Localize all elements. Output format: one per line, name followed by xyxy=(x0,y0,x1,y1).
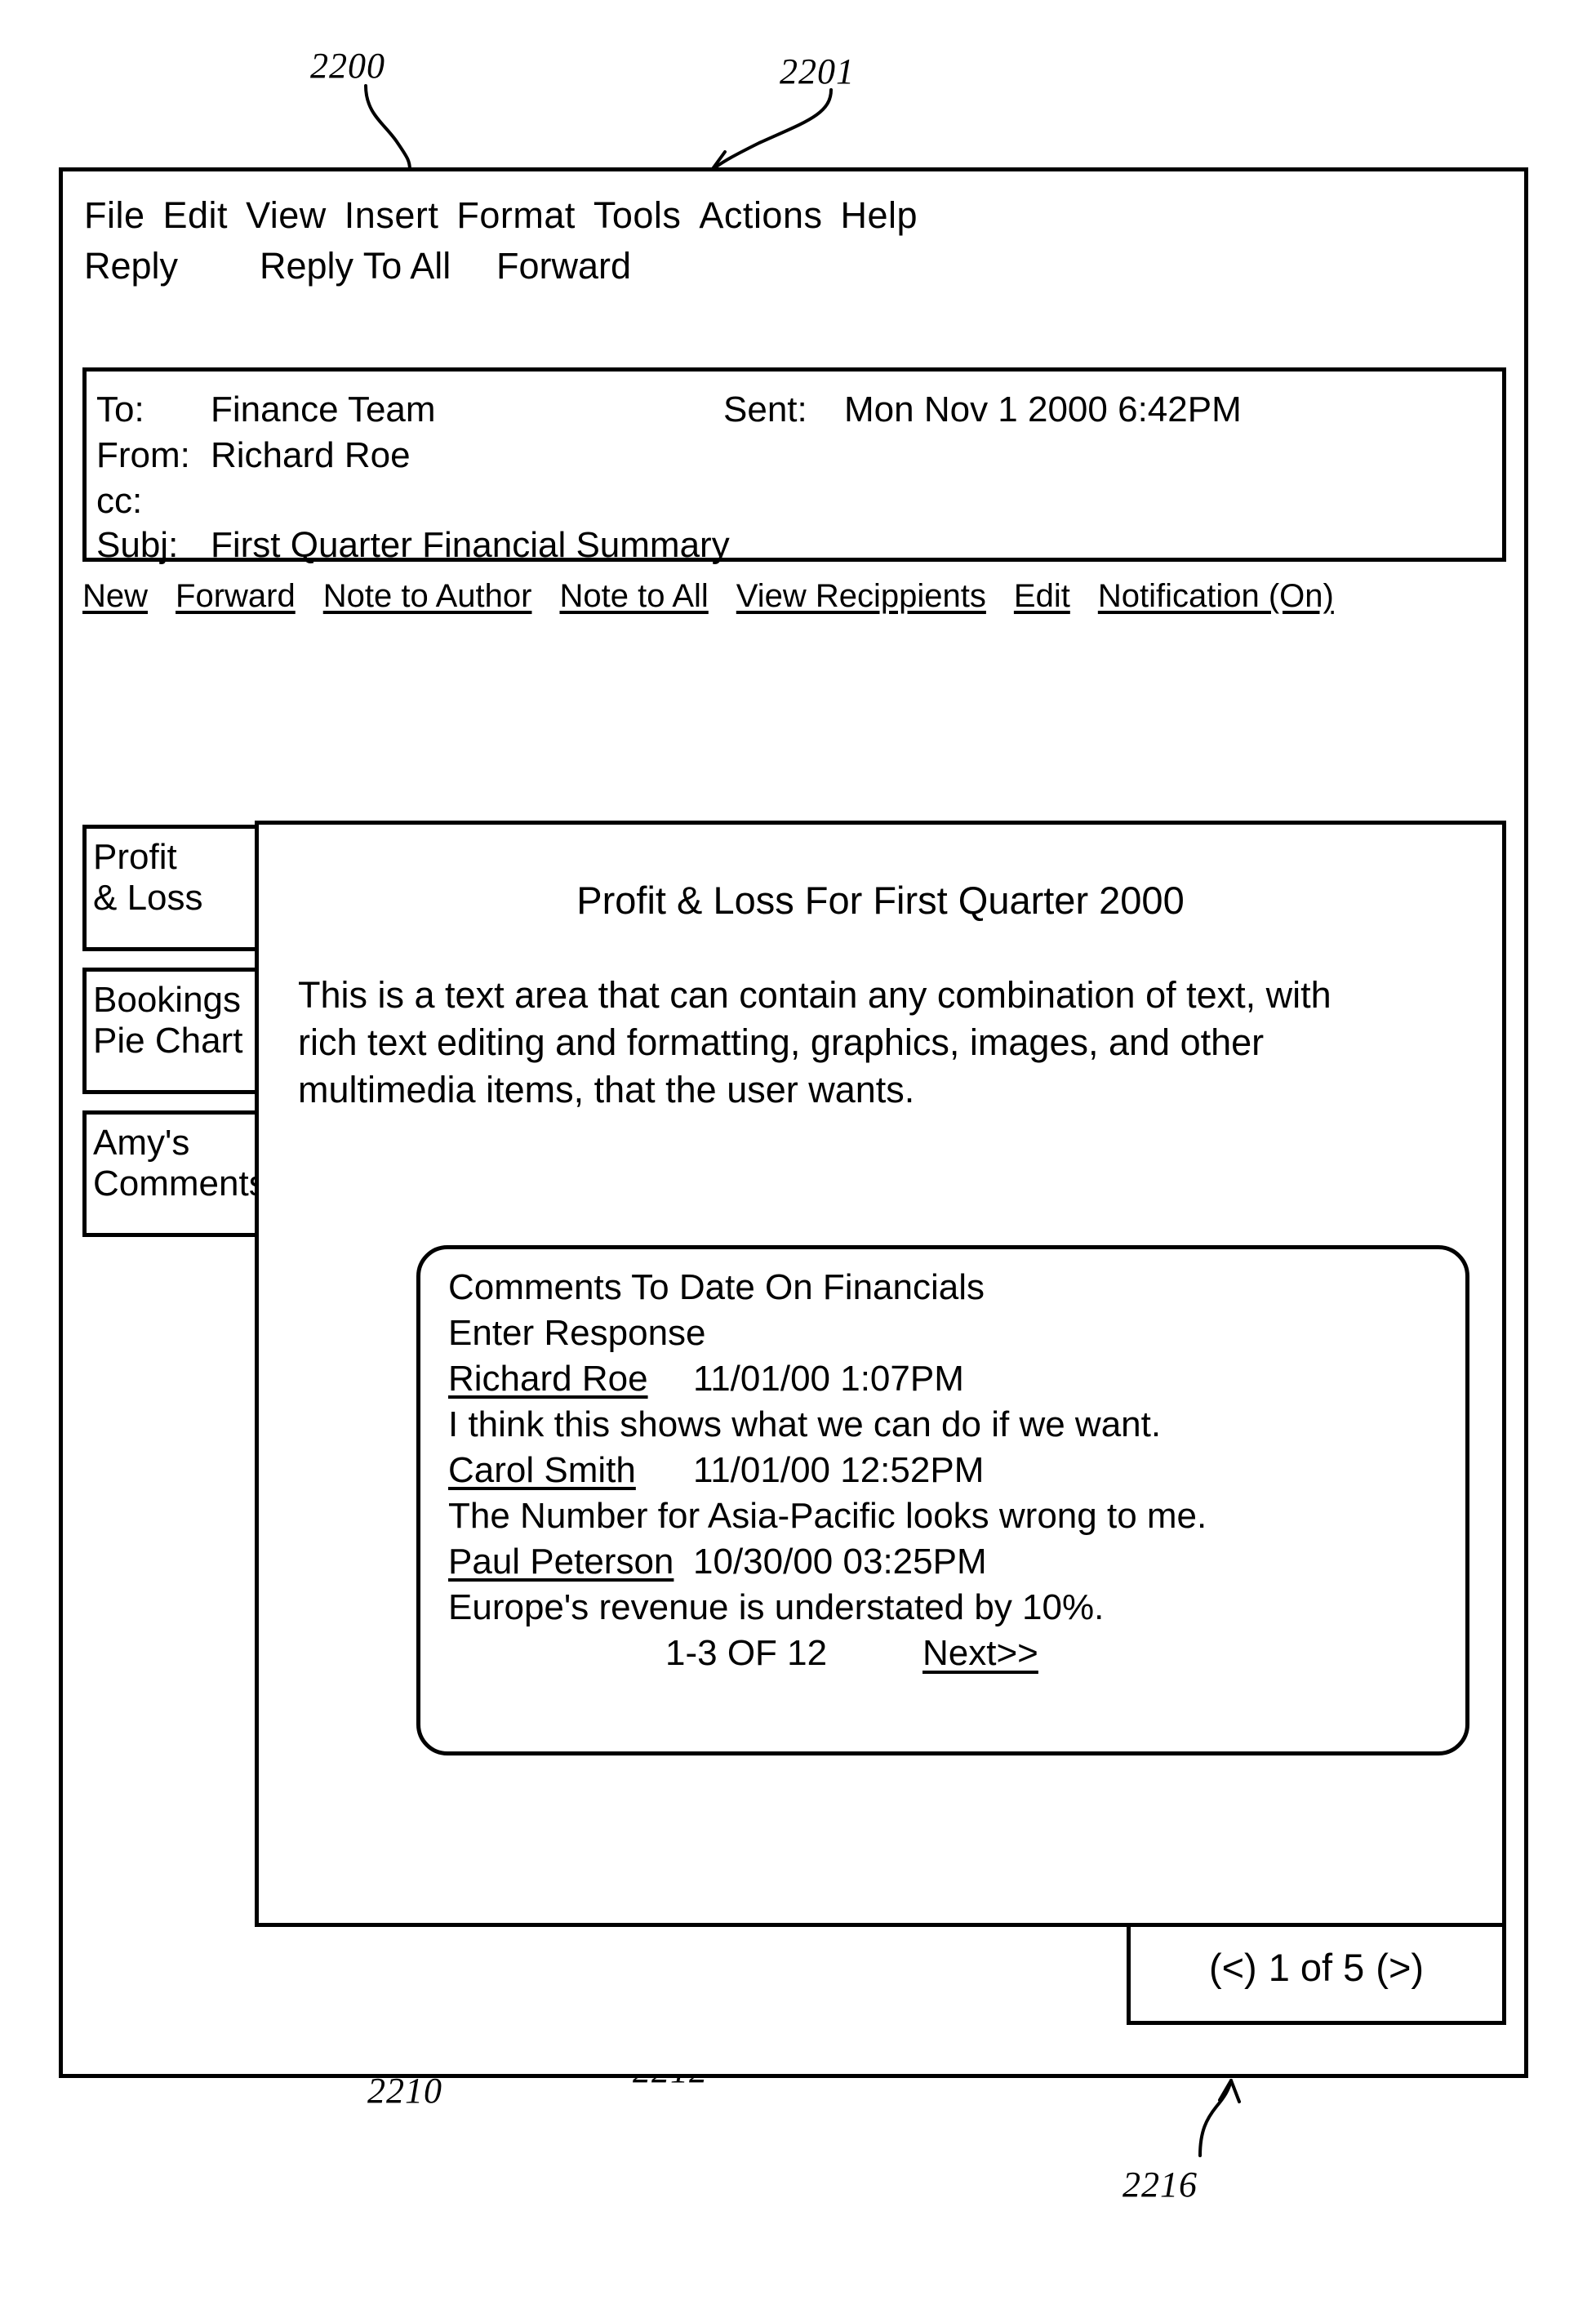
menu-item-insert[interactable]: Insert xyxy=(345,194,439,236)
comments-next-link[interactable]: Next>> xyxy=(922,1633,1053,1674)
header-row-subject: Subj: First Quarter Financial Summary xyxy=(96,525,730,566)
cc-label: cc: xyxy=(96,481,143,521)
tool-bar: Reply Reply To All Forward xyxy=(84,245,631,287)
tab-amys-comments[interactable]: Amy's Comments xyxy=(82,1110,274,1237)
comment-date: 11/01/00 1:07PM xyxy=(693,1359,964,1399)
sent-value: Mon Nov 1 2000 6:42PM xyxy=(844,389,1242,429)
document-body-text[interactable]: This is a text area that can contain any… xyxy=(298,972,1351,1114)
link-edit[interactable]: Edit xyxy=(1014,578,1070,615)
from-label: From: xyxy=(96,435,190,475)
reply-all-button[interactable]: Reply To All xyxy=(260,245,496,287)
action-link-bar: New Forward Note to Author Note to All View … xyxy=(82,578,1506,615)
header-row-cc: cc: xyxy=(96,481,211,522)
header-row-to: To: Finance Team xyxy=(96,389,436,430)
menu-item-view[interactable]: View xyxy=(246,194,327,236)
comment-text: The Number for Asia-Pacific looks wrong … xyxy=(448,1496,1207,1536)
document-title: Profit & Loss For First Quarter 2000 xyxy=(576,879,1185,922)
comment-author-link[interactable]: Carol Smith xyxy=(448,1450,693,1491)
comment-entry: Carol Smith 11/01/00 12:52PM The Number f… xyxy=(448,1450,1436,1537)
comment-author-link[interactable]: Richard Roe xyxy=(448,1359,693,1399)
document-pane: Profit & Loss For First Quarter 2000 Thi… xyxy=(255,821,1506,1927)
forward-button[interactable]: Forward xyxy=(496,245,631,287)
link-new[interactable]: New xyxy=(82,578,148,615)
subject-value[interactable]: First Quarter Financial Summary xyxy=(211,525,730,565)
next-page-button[interactable]: (>) xyxy=(1376,1945,1424,1990)
comment-entry: Paul Peterson 10/30/00 03:25PM Europe's r… xyxy=(448,1542,1436,1628)
comment-date: 10/30/00 03:25PM xyxy=(693,1542,987,1582)
header-row-sent: Sent: Mon Nov 1 2000 6:42PM xyxy=(723,389,1242,430)
menu-item-actions[interactable]: Actions xyxy=(699,194,822,236)
tab-bookings-pie-chart[interactable]: Bookings Pie Chart xyxy=(82,968,274,1094)
comment-date: 11/01/00 12:52PM xyxy=(693,1450,985,1490)
sent-label: Sent: xyxy=(723,389,807,429)
header-row-from: From: Richard Roe xyxy=(96,435,411,476)
menu-bar: File Edit View Insert Format Tools Actions Help xyxy=(84,194,936,237)
subject-label: Subj: xyxy=(96,525,179,565)
link-note-to-author[interactable]: Note to Author xyxy=(323,578,532,615)
link-view-recipients[interactable]: View Recippients xyxy=(736,578,986,615)
from-value[interactable]: Richard Roe xyxy=(211,435,411,475)
menu-item-file[interactable]: File xyxy=(84,194,145,236)
page-navigator-inner: (<) 1 of 5 (>) xyxy=(1131,1945,1502,1990)
message-header-panel: To: Finance Team Sent: Mon Nov 1 2000 6:42… xyxy=(82,367,1506,565)
comments-panel: Comments To Date On Financials Enter Res… xyxy=(416,1245,1469,1755)
to-label: To: xyxy=(96,389,144,429)
comment-entry: Richard Roe 11/01/00 1:07PM I think this … xyxy=(448,1359,1436,1445)
link-notification[interactable]: Notification (On) xyxy=(1098,578,1334,615)
to-value[interactable]: Finance Team xyxy=(211,389,436,429)
menu-item-tools[interactable]: Tools xyxy=(593,194,682,236)
comment-text: Europe's revenue is understated by 10%. xyxy=(448,1587,1105,1627)
callout-2216-bottom: 2216 xyxy=(1123,2165,1198,2205)
prev-page-button[interactable]: (<) xyxy=(1209,1945,1257,1990)
link-forward[interactable]: Forward xyxy=(176,578,296,615)
comments-range-label: 1-3 OF 12 xyxy=(665,1633,828,1673)
reply-button[interactable]: Reply xyxy=(84,245,260,287)
page-navigator: (<) 1 of 5 (>) xyxy=(1127,1927,1506,2025)
comment-header: Richard Roe 11/01/00 1:07PM xyxy=(448,1359,1436,1404)
tab-profit-and-loss[interactable]: Profit & Loss xyxy=(82,825,274,951)
callout-2201: 2201 xyxy=(780,51,855,91)
menu-item-help[interactable]: Help xyxy=(841,194,918,236)
comment-header: Carol Smith 11/01/00 12:52PM xyxy=(448,1450,1436,1496)
comment-header: Paul Peterson 10/30/00 03:25PM xyxy=(448,1542,1436,1587)
page-indicator: 1 of 5 xyxy=(1268,1946,1365,1989)
menu-item-edit[interactable]: Edit xyxy=(163,194,229,236)
comments-pager: 1-3 OF 12 Next>> xyxy=(665,1633,1053,1674)
link-note-to-all[interactable]: Note to All xyxy=(559,578,708,615)
menu-item-format[interactable]: Format xyxy=(456,194,576,236)
comment-text: I think this shows what we can do if we … xyxy=(448,1404,1162,1444)
comment-author-link[interactable]: Paul Peterson xyxy=(448,1542,693,1582)
comments-panel-title: Comments To Date On Financials xyxy=(448,1267,985,1307)
callout-2200: 2200 xyxy=(310,46,385,86)
application-window: File Edit View Insert Format Tools Actions Help… xyxy=(59,167,1528,2078)
enter-response-field[interactable]: Enter Response xyxy=(448,1313,706,1354)
